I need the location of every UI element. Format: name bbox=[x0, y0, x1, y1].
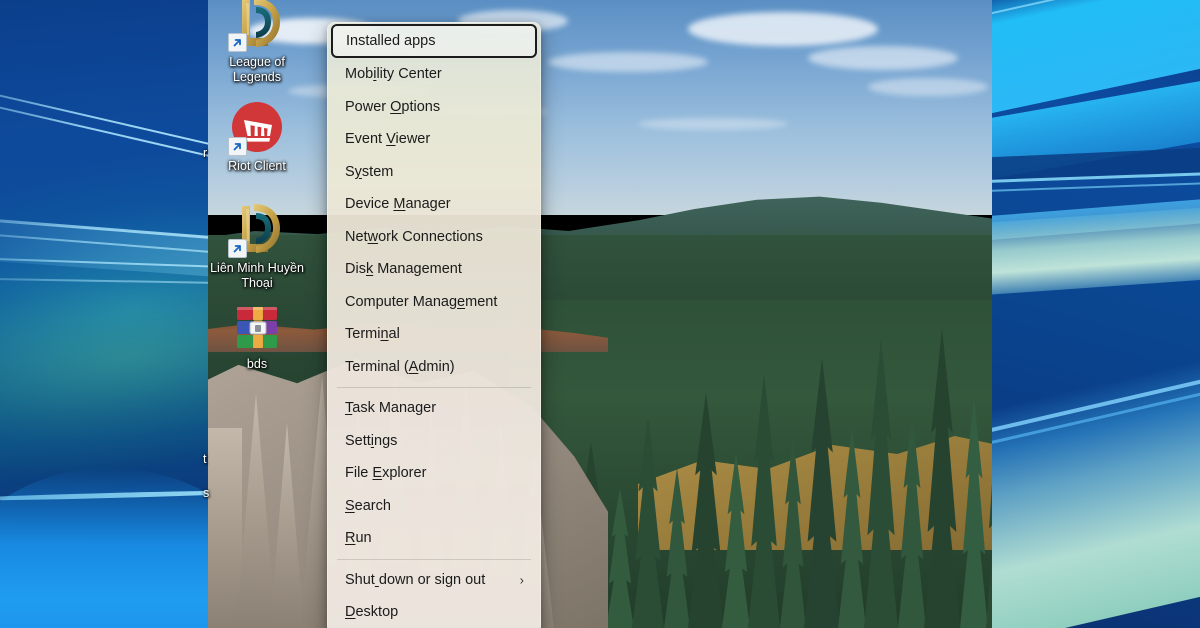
menu-item-installed-apps[interactable]: Installed apps bbox=[331, 24, 537, 58]
wallpaper-photo-center bbox=[208, 0, 992, 628]
menu-item-label: Desktop bbox=[345, 604, 399, 621]
menu-item-label: Network Connections bbox=[345, 228, 483, 245]
desktop-icon-riot-client[interactable]: Riot Client bbox=[209, 98, 305, 174]
menu-item-label: System bbox=[345, 163, 394, 180]
menu-item-label: Terminal bbox=[345, 326, 400, 343]
menu-item-label: Power Options bbox=[345, 98, 441, 115]
menu-item-event-viewer[interactable]: Event Viewer bbox=[330, 123, 538, 156]
menu-item-label: Mobility Center bbox=[345, 66, 442, 83]
menu-item-label: Disk Management bbox=[345, 261, 462, 278]
league-of-legends-icon bbox=[228, 0, 286, 52]
menu-item-task-manager[interactable]: Task Manager bbox=[330, 392, 538, 425]
menu-item-computer-management[interactable]: Computer Management bbox=[330, 286, 538, 319]
menu-item-run[interactable]: Run bbox=[330, 522, 538, 555]
menu-separator bbox=[337, 558, 531, 560]
riot-client-icon bbox=[228, 98, 286, 156]
menu-item-mobility-center[interactable]: Mobility Center bbox=[330, 58, 538, 91]
desktop-icon-bds[interactable]: bds bbox=[209, 302, 305, 372]
menu-item-label: Search bbox=[345, 497, 391, 514]
wallpaper-band bbox=[992, 316, 1200, 628]
win-x-quick-link-menu[interactable]: Installed apps Mobility Center Power Optio… bbox=[327, 22, 541, 628]
shortcut-arrow-icon bbox=[228, 137, 247, 156]
winrar-archive-icon bbox=[228, 302, 286, 354]
menu-item-label: Event Viewer bbox=[345, 131, 431, 148]
menu-item-system[interactable]: System bbox=[330, 156, 538, 189]
desktop-icon-label: Liên Minh Huyền Thoại bbox=[210, 261, 304, 290]
wallpaper-panel-left bbox=[0, 0, 208, 628]
menu-item-desktop[interactable]: Desktop bbox=[330, 596, 538, 628]
menu-item-network-connections[interactable]: Network Connections bbox=[330, 221, 538, 254]
menu-item-search[interactable]: Search bbox=[330, 490, 538, 523]
chevron-right-icon: › bbox=[519, 572, 524, 588]
menu-item-settings[interactable]: Settings bbox=[330, 425, 538, 458]
menu-item-label: Run bbox=[345, 530, 372, 547]
truncated-desktop-label: r bbox=[203, 146, 208, 160]
desktop-icon-label: bds bbox=[246, 357, 268, 371]
shortcut-arrow-icon bbox=[228, 33, 247, 52]
menu-item-label: Shut down or sign out bbox=[345, 571, 486, 588]
desktop-screen: r t s League of Legends Riot Client Liên… bbox=[0, 0, 1200, 628]
menu-item-shut-down-or-sign-out[interactable]: Shut down or sign out › bbox=[330, 564, 538, 597]
menu-separator bbox=[337, 387, 531, 388]
wallpaper-panel-right bbox=[992, 0, 1200, 628]
cloud bbox=[808, 46, 958, 70]
truncated-desktop-label: t bbox=[203, 452, 207, 466]
league-of-legends-icon bbox=[228, 200, 286, 258]
menu-item-label: Installed apps bbox=[346, 33, 436, 49]
cloud bbox=[548, 52, 708, 72]
menu-item-label: Task Manager bbox=[345, 400, 437, 417]
truncated-desktop-label: s bbox=[203, 486, 210, 500]
menu-item-label: Device Manager bbox=[345, 196, 451, 213]
menu-item-file-explorer[interactable]: File Explorer bbox=[330, 457, 538, 490]
desktop-icon-label: Riot Client bbox=[228, 159, 286, 173]
desktop-icon-lien-minh-huyen-thoai[interactable]: Liên Minh Huyền Thoại bbox=[209, 200, 305, 291]
menu-item-label: File Explorer bbox=[345, 465, 427, 482]
cloud bbox=[868, 78, 988, 96]
menu-item-power-options[interactable]: Power Options bbox=[330, 91, 538, 124]
cloud bbox=[638, 118, 788, 130]
desktop-icon-label: League of Legends bbox=[229, 55, 285, 84]
rock-spire bbox=[208, 428, 242, 628]
menu-item-label: Settings bbox=[345, 432, 398, 449]
menu-item-disk-management[interactable]: Disk Management bbox=[330, 253, 538, 286]
shortcut-arrow-icon bbox=[228, 239, 247, 258]
cloud bbox=[688, 12, 878, 46]
desktop-icon-league-of-legends[interactable]: League of Legends bbox=[209, 0, 305, 85]
menu-item-terminal[interactable]: Terminal bbox=[330, 318, 538, 351]
menu-item-label: Computer Management bbox=[345, 293, 498, 310]
menu-item-device-manager[interactable]: Device Manager bbox=[330, 188, 538, 221]
menu-item-terminal-admin[interactable]: Terminal (Admin) bbox=[330, 351, 538, 384]
menu-item-label: Terminal (Admin) bbox=[345, 358, 455, 375]
